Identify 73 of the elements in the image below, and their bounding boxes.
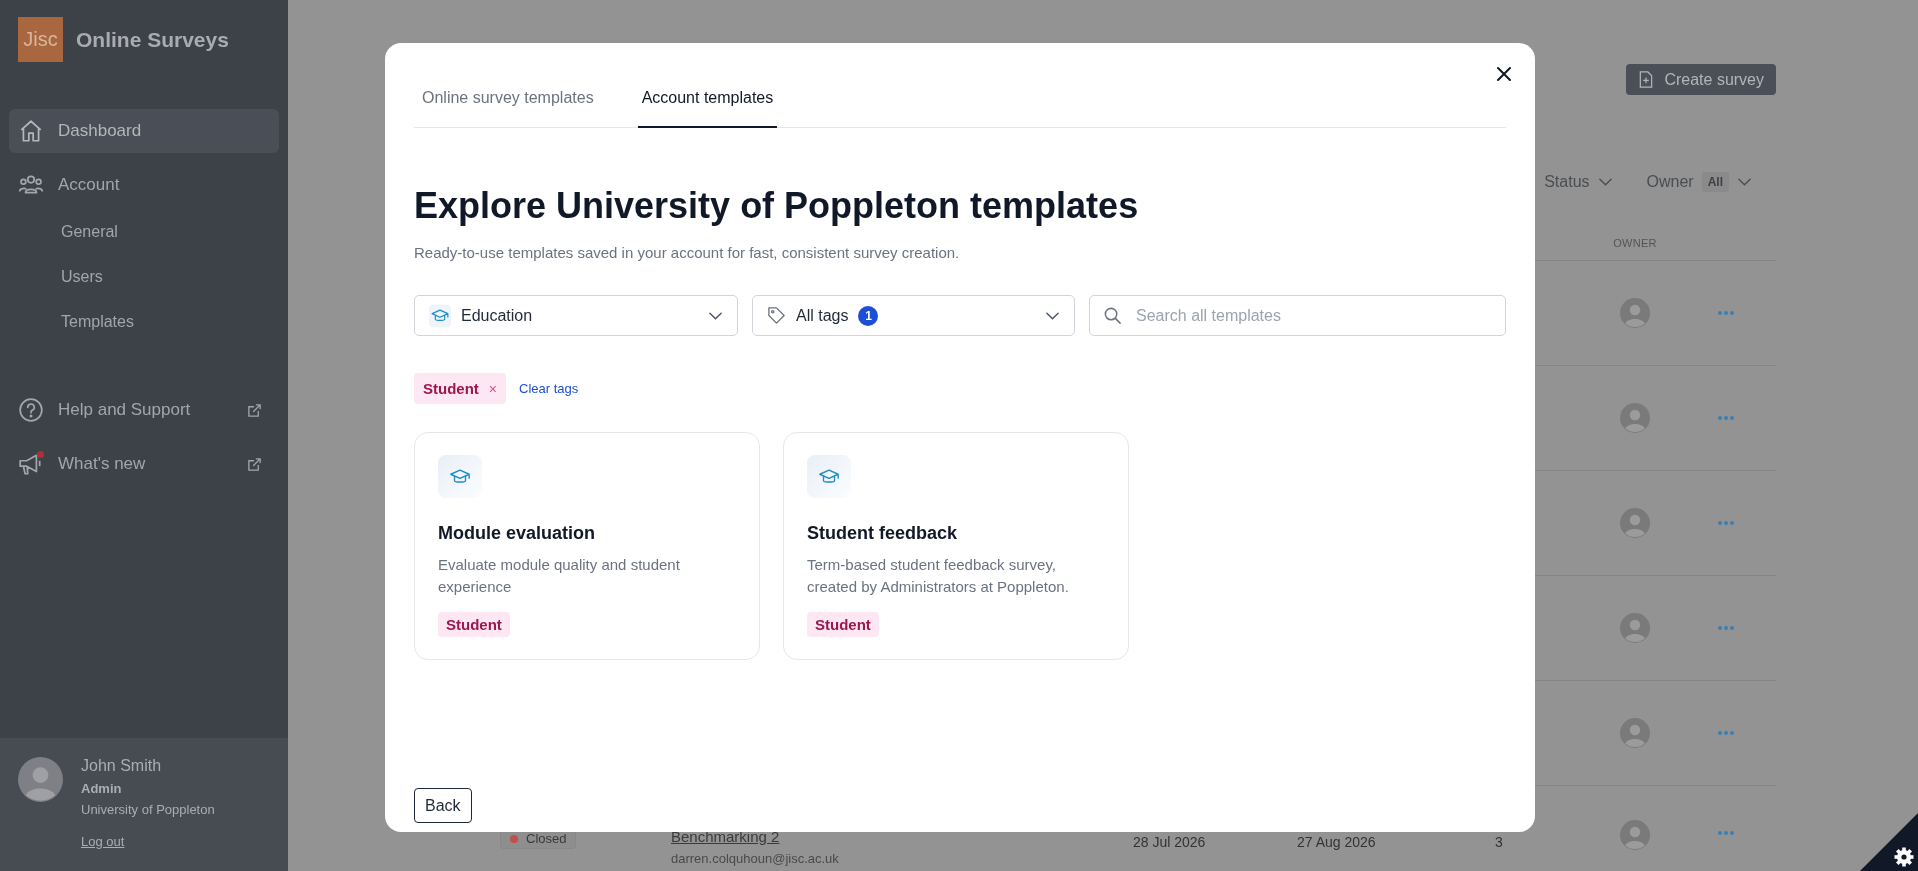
settings-icon[interactable] <box>1860 813 1918 871</box>
nav-subitem[interactable]: General <box>9 209 279 254</box>
nav-item[interactable]: What's new <box>9 442 279 486</box>
clear-tags-link[interactable]: Clear tags <box>519 381 579 396</box>
external-link-icon <box>247 402 262 418</box>
nav-item[interactable]: Account <box>9 163 279 207</box>
avatar-icon <box>1620 718 1650 748</box>
user-organization: University of Poppleton <box>81 802 215 817</box>
avatar-icon <box>1620 613 1650 643</box>
template-card[interactable]: Student feedback Term-based student feedback survey, created by Administrators at Poppleton. Student <box>783 432 1129 660</box>
avatar-icon <box>1620 820 1650 850</box>
external-link-icon <box>247 456 262 472</box>
owner-email: darren.colquhoun@jisc.ac.uk <box>671 851 840 866</box>
dialog-title: Explore University of Poppleton templates <box>414 185 1140 227</box>
chevron-down-icon <box>1045 310 1060 321</box>
filter-dropdown[interactable]: Owner All <box>1646 172 1752 192</box>
file-plus-icon <box>1638 71 1655 88</box>
app-name: Online Surveys <box>76 27 229 52</box>
template-tag: Student <box>438 612 510 637</box>
dialog-subtitle: Ready-to-use templates saved in your account for fast, consistent survey creation. <box>414 244 961 261</box>
template-tag: Student <box>807 612 879 637</box>
graduation-cap-icon <box>438 455 482 498</box>
graduation-cap-icon <box>429 304 451 327</box>
graduation-cap-icon <box>807 455 851 498</box>
create-survey-button[interactable]: Create survey <box>1626 64 1776 95</box>
tag-label: Student <box>423 380 479 397</box>
avatar-icon <box>1620 403 1650 433</box>
more-options-icon[interactable] <box>1716 730 1735 736</box>
column-header: OWNER <box>1613 237 1657 249</box>
home-icon <box>18 118 44 144</box>
notification-dot <box>37 451 44 458</box>
more-options-icon[interactable] <box>1716 520 1735 526</box>
avatar-icon <box>1620 298 1650 328</box>
more-options-icon[interactable] <box>1716 830 1735 836</box>
chevron-down-icon <box>708 310 723 321</box>
survey-link[interactable]: Benchmarking 2 <box>671 828 1133 845</box>
start-date: 28 Jul 2026 <box>1133 834 1207 850</box>
chevron-down-icon <box>1737 177 1752 187</box>
template-description: Term-based student feedback survey, created by Administrators at Poppleton. <box>807 555 1070 597</box>
more-options-icon[interactable] <box>1716 310 1735 316</box>
back-button[interactable]: Back <box>414 788 472 823</box>
nav-item[interactable]: Help and Support <box>9 388 279 432</box>
megaphone-icon <box>18 451 44 477</box>
more-options-icon[interactable] <box>1716 625 1735 631</box>
status-label: Closed <box>526 831 567 846</box>
avatar-icon <box>18 757 63 802</box>
category-dropdown[interactable]: Education <box>414 295 738 336</box>
response-count: 3 <box>1495 834 1504 850</box>
logout-link[interactable]: Log out <box>81 834 215 849</box>
more-options-icon[interactable] <box>1716 415 1735 421</box>
nav-item[interactable]: Dashboard <box>9 109 279 153</box>
search-field[interactable]: Search all templates <box>1089 295 1506 336</box>
tab[interactable]: Online survey templates <box>418 89 598 128</box>
template-description: Evaluate module quality and student experience <box>438 555 681 597</box>
filter-dropdown[interactable]: Status <box>1544 173 1613 191</box>
template-title: Student feedback <box>807 523 959 544</box>
nav-subitem[interactable]: Templates <box>9 299 279 344</box>
template-title: Module evaluation <box>438 523 597 544</box>
avatar-icon <box>1620 508 1650 538</box>
count-badge: 1 <box>858 305 879 326</box>
nav-subitem[interactable]: Users <box>9 254 279 299</box>
help-icon <box>18 397 44 423</box>
logo[interactable]: Jisc <box>18 17 63 62</box>
end-date: 27 Aug 2026 <box>1297 834 1377 850</box>
tags-dropdown[interactable]: All tags 1 <box>752 295 1075 336</box>
filter-value-badge: All <box>1701 172 1729 192</box>
tab[interactable]: Account templates <box>637 89 778 128</box>
user-role: Admin <box>81 781 123 796</box>
search-icon <box>1103 306 1122 325</box>
user-name: John Smith <box>81 757 163 775</box>
template-card[interactable]: Module evaluation Evaluate module quality and student experience Student <box>414 432 760 660</box>
tag-icon <box>767 306 786 325</box>
chevron-down-icon <box>1597 177 1613 187</box>
